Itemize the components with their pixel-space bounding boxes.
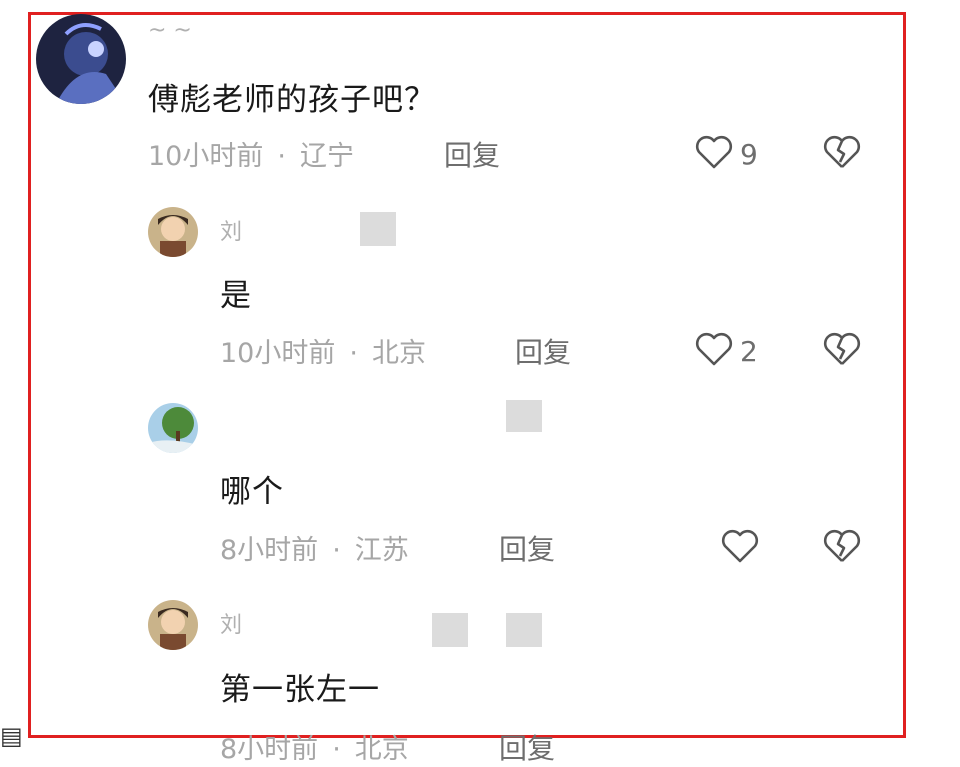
comment-location: 辽宁	[299, 141, 354, 172]
comment-location: 北京	[371, 338, 426, 369]
separator-dot: ·	[332, 535, 341, 566]
comment-meta: 8小时前 · 北京	[220, 727, 409, 766]
reply-button[interactable]: 回复	[499, 727, 555, 767]
comment-time: 10小时前	[148, 141, 264, 172]
reply-button[interactable]: 回复	[444, 134, 500, 174]
comment-text: 哪个	[220, 474, 284, 510]
avatar[interactable]	[148, 403, 198, 453]
like-count: 9	[740, 137, 758, 171]
heart-outline-icon	[720, 528, 760, 568]
redacted-block	[506, 400, 542, 432]
separator-dot: ·	[332, 734, 341, 765]
redacted-block	[432, 613, 468, 647]
comment-time: 8小时前	[220, 535, 319, 566]
comment-username: 刘	[220, 613, 243, 638]
dislike-button[interactable]	[822, 528, 862, 564]
like-count: 2	[740, 334, 758, 368]
redacted-block	[360, 212, 396, 246]
avatar[interactable]	[36, 14, 126, 104]
like-button[interactable]: 9	[694, 134, 758, 174]
broken-heart-icon	[822, 528, 862, 564]
like-button[interactable]	[720, 528, 760, 568]
comment-meta: 8小时前 · 江苏	[220, 528, 409, 567]
comment-text: 傅彪老师的孩子吧？	[148, 82, 436, 118]
comment-username: ~ ~	[148, 18, 192, 43]
comment-location: 北京	[354, 734, 409, 765]
heart-outline-icon	[694, 134, 734, 174]
avatar[interactable]	[148, 207, 198, 257]
dislike-button[interactable]	[822, 134, 862, 170]
comment-time: 8小时前	[220, 734, 319, 765]
comment-username: 刘	[220, 220, 243, 245]
comment-text: 第一张左一	[220, 672, 380, 708]
comment-meta: 10小时前 · 北京	[220, 331, 426, 370]
edge-icon: ▤	[0, 722, 23, 750]
comment-meta: 10小时前 · 辽宁	[148, 134, 354, 173]
avatar[interactable]	[148, 600, 198, 650]
comment-text: 是	[220, 278, 252, 314]
broken-heart-icon	[822, 331, 862, 367]
reply-button[interactable]: 回复	[515, 331, 571, 371]
redacted-block	[506, 613, 542, 647]
like-button[interactable]: 2	[694, 331, 758, 371]
broken-heart-icon	[822, 134, 862, 170]
heart-outline-icon	[694, 331, 734, 371]
dislike-button[interactable]	[822, 331, 862, 367]
separator-dot: ·	[277, 141, 286, 172]
separator-dot: ·	[349, 338, 358, 369]
comment-time: 10小时前	[220, 338, 336, 369]
reply-button[interactable]: 回复	[499, 528, 555, 568]
comment-location: 江苏	[354, 535, 409, 566]
